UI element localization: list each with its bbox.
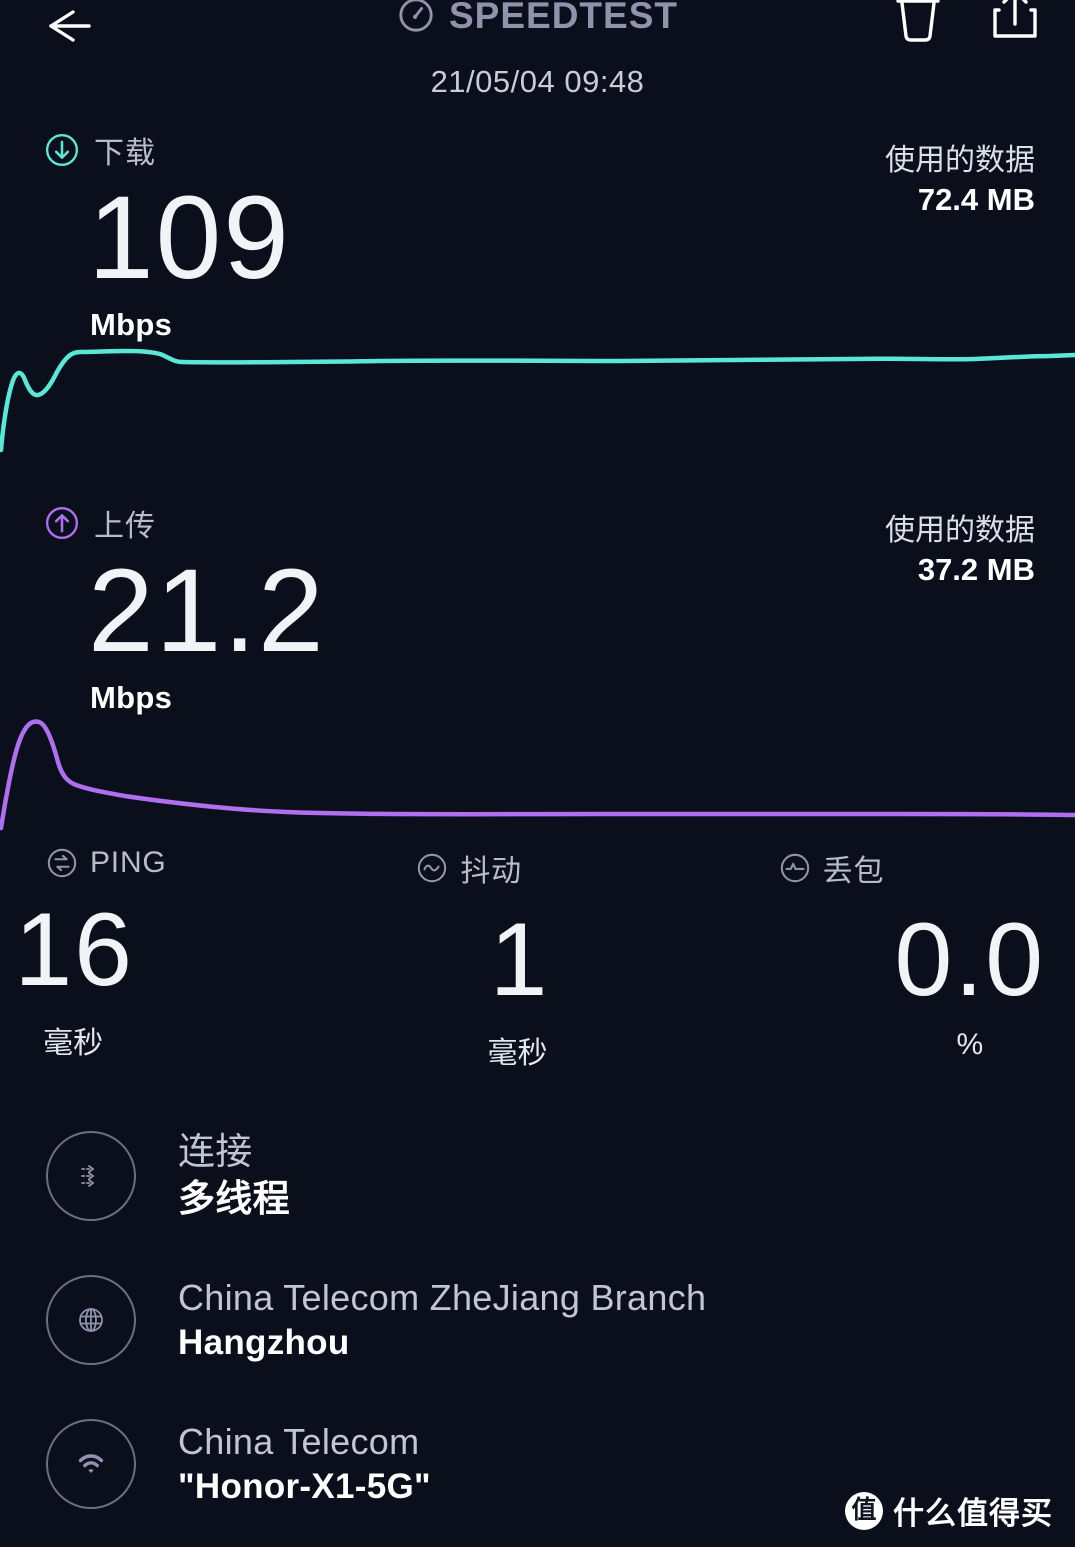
download-arrow-circle-icon bbox=[45, 133, 79, 167]
page-title: SPEEDTEST bbox=[449, 0, 678, 36]
loss-header: 丢包 bbox=[717, 846, 1075, 890]
upload-arrow-circle-icon bbox=[45, 506, 79, 540]
jitter-value: 1 bbox=[489, 902, 550, 1018]
connection-type-value: 多线程 bbox=[178, 1178, 290, 1219]
stat-packet-loss: 丢包 0.0 % bbox=[717, 846, 1075, 1072]
speedometer-icon bbox=[399, 0, 433, 32]
watermark: 值 什么值得买 bbox=[845, 1488, 1053, 1533]
download-label: 下载 bbox=[94, 137, 156, 170]
server-info-text: China Telecom ZheJiang Branch Hangzhou bbox=[178, 1275, 706, 1364]
stats-row: PING 16 毫秒 抖动 1 毫秒 丢包 0.0 % bbox=[0, 846, 1075, 1072]
loss-icon bbox=[780, 853, 809, 883]
download-graph bbox=[0, 330, 1075, 490]
connection-info-text: 连接 多线程 bbox=[178, 1129, 290, 1222]
globe-icon-wrap bbox=[46, 1275, 136, 1365]
ping-unit: 毫秒 bbox=[43, 1027, 104, 1060]
download-data-used: 使用的数据 72.4 MB bbox=[885, 142, 1035, 220]
info-row-connection[interactable]: 连接 多线程 bbox=[0, 1104, 1075, 1248]
app-header: SPEEDTEST 21/05/04 09:48 bbox=[0, 0, 1075, 99]
share-icon bbox=[993, 0, 1037, 38]
connections-icon-wrap bbox=[46, 1131, 136, 1221]
upload-graph bbox=[0, 700, 1075, 840]
loss-unit: % bbox=[956, 1028, 984, 1061]
jitter-icon bbox=[418, 853, 447, 883]
server-location: Hangzhou bbox=[178, 1322, 350, 1362]
ping-label: PING bbox=[90, 846, 167, 879]
watermark-badge-icon: 值 bbox=[845, 1491, 883, 1530]
delete-button[interactable] bbox=[891, 0, 945, 48]
share-button[interactable] bbox=[988, 0, 1042, 48]
isp-name: China Telecom bbox=[178, 1421, 420, 1463]
stat-jitter: 抖动 1 毫秒 bbox=[358, 846, 716, 1072]
trash-icon bbox=[896, 0, 940, 42]
connection-info-list: 连接 多线程 China Telecom ZheJiang Branch Han… bbox=[0, 1104, 1075, 1536]
ping-header: PING bbox=[0, 846, 358, 880]
connections-icon bbox=[81, 1165, 95, 1187]
watermark-text: 什么值得买 bbox=[893, 1496, 1053, 1531]
connection-type-label: 连接 bbox=[178, 1131, 253, 1173]
network-ssid: "Honor-X1-5G" bbox=[178, 1466, 431, 1506]
upload-label: 上传 bbox=[94, 510, 156, 543]
test-timestamp: 21/05/04 09:48 bbox=[430, 64, 645, 99]
wifi-icon bbox=[78, 1454, 104, 1473]
loss-value: 0.0 bbox=[894, 902, 1046, 1018]
isp-info-text: China Telecom "Honor-X1-5G" bbox=[178, 1419, 431, 1508]
download-graph-line bbox=[0, 348, 1075, 453]
download-data-used-value: 72.4 MB bbox=[917, 182, 1035, 218]
wifi-icon-wrap bbox=[46, 1419, 136, 1509]
upload-data-used-label: 使用的数据 bbox=[885, 514, 1035, 547]
ping-value: 16 bbox=[14, 892, 134, 1008]
upload-data-used: 使用的数据 37.2 MB bbox=[885, 512, 1035, 590]
jitter-label: 抖动 bbox=[460, 855, 522, 888]
download-data-used-label: 使用的数据 bbox=[885, 144, 1035, 177]
globe-icon bbox=[79, 1308, 103, 1332]
server-name: China Telecom ZheJiang Branch bbox=[178, 1277, 707, 1319]
loss-label: 丢包 bbox=[822, 855, 885, 888]
ping-icon bbox=[47, 848, 77, 878]
jitter-header: 抖动 bbox=[358, 846, 716, 890]
upload-data-used-value: 37.2 MB bbox=[917, 552, 1035, 588]
jitter-unit: 毫秒 bbox=[487, 1037, 548, 1070]
upload-graph-line bbox=[0, 719, 1075, 831]
stat-ping: PING 16 毫秒 bbox=[0, 846, 358, 1072]
info-row-server[interactable]: China Telecom ZheJiang Branch Hangzhou bbox=[0, 1248, 1075, 1392]
